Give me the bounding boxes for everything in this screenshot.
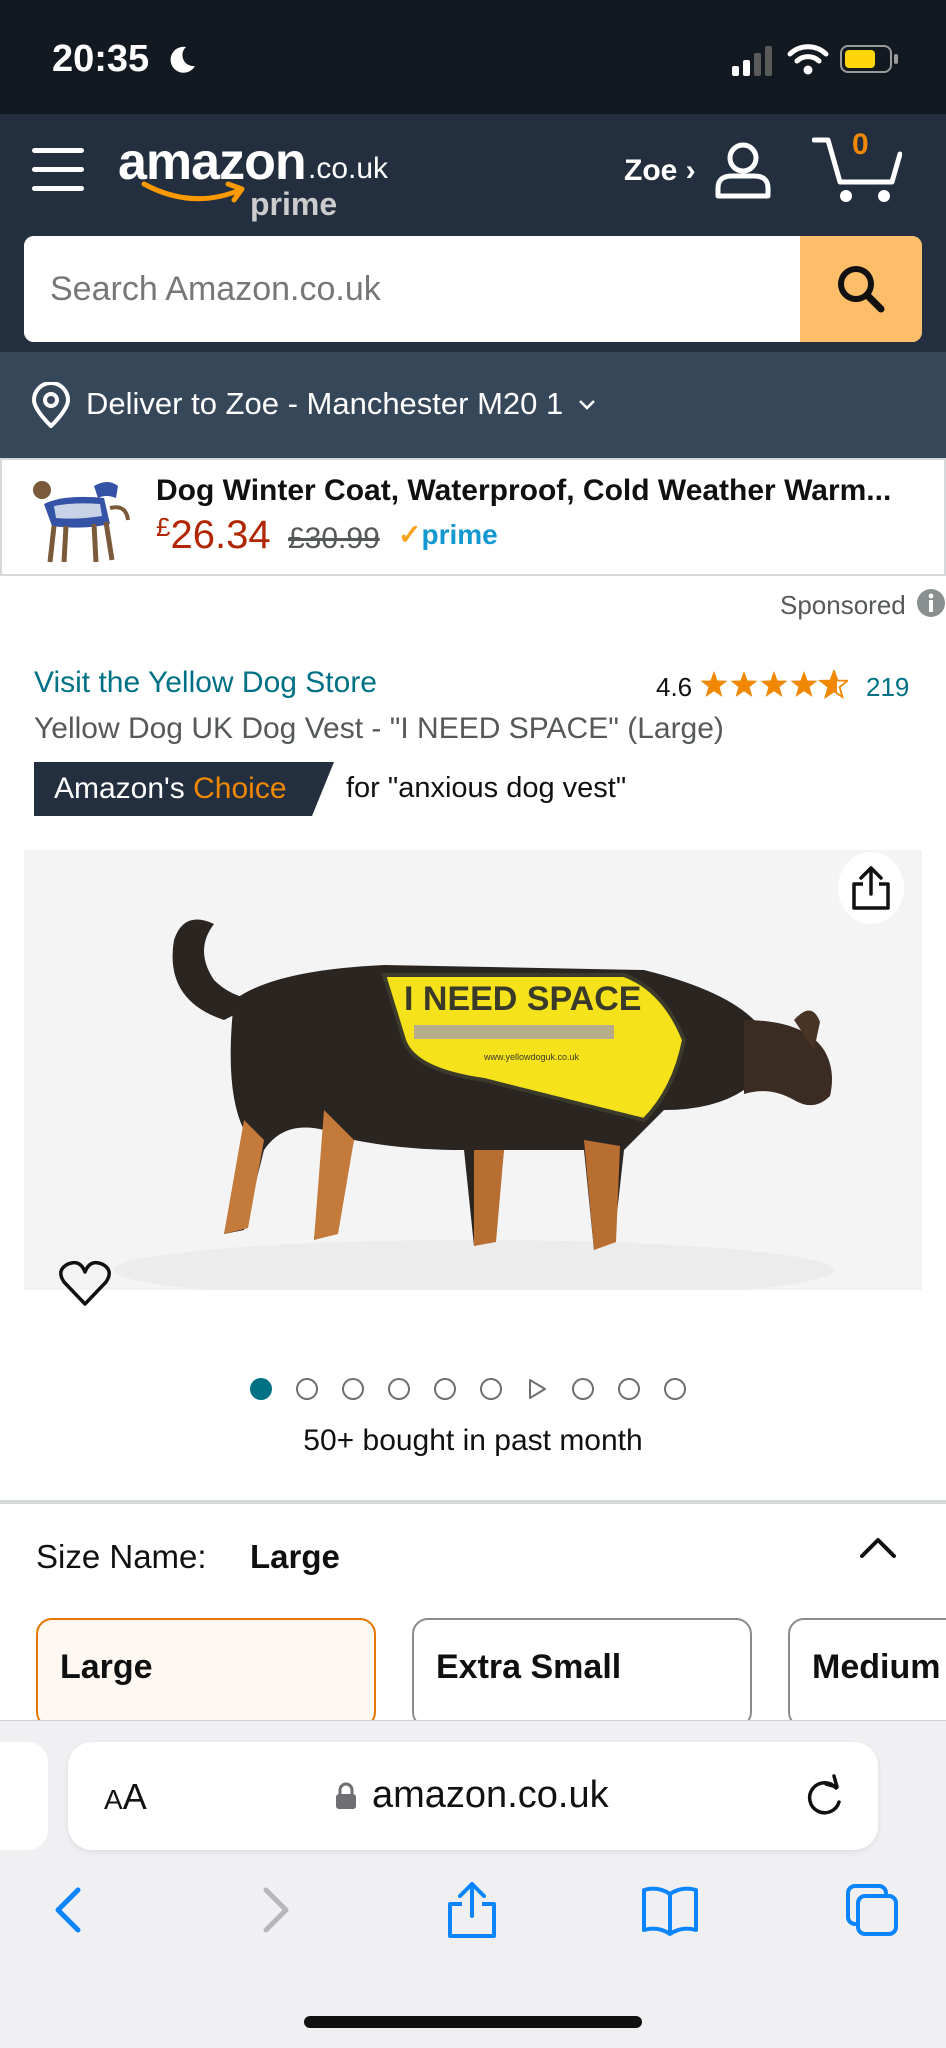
signal-icon (732, 46, 772, 76)
previous-tab-peek[interactable] (0, 1742, 48, 1850)
account-name[interactable]: Zoe › (624, 154, 696, 188)
battery-icon (840, 45, 898, 73)
text-size-button[interactable]: AA (104, 1776, 147, 1818)
size-option-extra-small[interactable]: Extra Small (412, 1618, 752, 1728)
bookmarks-icon[interactable] (640, 1880, 700, 1940)
text-size-big-a: A (122, 1776, 147, 1817)
vest-url: www.yellowdoguk.co.uk (483, 1052, 580, 1062)
video-play-icon[interactable] (526, 1378, 548, 1400)
carousel-dot-6[interactable] (480, 1378, 502, 1400)
carousel-dot-3[interactable] (342, 1378, 364, 1400)
prime-label: prime (421, 519, 498, 550)
share-button[interactable] (838, 852, 904, 924)
status-bar: 20:35 (0, 0, 946, 114)
text-size-small-a: A (104, 1784, 123, 1815)
carousel-dot-9[interactable] (618, 1378, 640, 1400)
carousel-dot-1[interactable] (250, 1378, 272, 1400)
search-input[interactable] (24, 236, 800, 342)
reload-icon[interactable] (802, 1774, 846, 1820)
menu-icon[interactable] (32, 148, 84, 192)
size-option-large[interactable]: Large (36, 1618, 376, 1728)
sponsored-label: Sponsored (780, 590, 906, 620)
moon-icon (170, 46, 195, 73)
ad-price-currency: £ (156, 512, 171, 542)
ad-price: £26.34 (156, 512, 271, 558)
carousel-dot-4[interactable] (388, 1378, 410, 1400)
home-indicator[interactable] (304, 2016, 642, 2028)
logo-prime: prime (250, 186, 338, 222)
size-label: Size Name: (36, 1538, 207, 1575)
section-divider (0, 1500, 946, 1504)
wifi-icon (787, 44, 829, 75)
choice-keyword: for "anxious dog vest" (346, 772, 627, 804)
product-image-carousel[interactable]: I NEED SPACE www.yellowdoguk.co.uk (24, 850, 922, 1290)
heart-icon[interactable] (58, 1260, 112, 1308)
status-time: 20:35 (52, 38, 150, 80)
logo-domain: .co.uk (308, 152, 389, 185)
carousel-dot-10[interactable] (664, 1378, 686, 1400)
chevron-down-icon (579, 400, 595, 410)
size-option-medium[interactable]: Medium (788, 1618, 946, 1728)
carousel-dot-2[interactable] (296, 1378, 318, 1400)
page: 20:35 amazon .co.uk prime Zoe › 0 Search… (0, 0, 946, 2048)
choice-label-part: Amazon's (54, 772, 194, 805)
product-image: I NEED SPACE www.yellowdoguk.co.uk (114, 919, 834, 1290)
forward-icon[interactable] (244, 1880, 304, 1940)
carousel-indicators (250, 1376, 686, 1402)
rating-count[interactable]: 219 (866, 672, 909, 703)
amazons-choice-badge: Amazon's Choice (54, 772, 287, 806)
search-button[interactable] (800, 236, 922, 342)
info-icon[interactable] (916, 588, 946, 618)
lock-icon (336, 1782, 356, 1809)
bought-in-past-month: 50+ bought in past month (303, 1424, 643, 1457)
ad-price-value: 26.34 (170, 513, 271, 557)
back-icon[interactable] (40, 1880, 100, 1940)
cart-count: 0 (852, 128, 869, 161)
choice-label-highlight: Choice (193, 772, 287, 805)
store-link[interactable]: Visit the Yellow Dog Store (34, 666, 377, 700)
search-icon (838, 266, 885, 313)
size-value: Large (250, 1538, 340, 1575)
rating-value: 4.6 (656, 672, 693, 702)
vest-text: I NEED SPACE (404, 980, 641, 1018)
share-icon[interactable] (442, 1880, 502, 1940)
url-text[interactable]: amazon.co.uk (372, 1774, 609, 1817)
deliver-to-text[interactable]: Deliver to Zoe - Manchester M20 1 (86, 386, 563, 422)
carousel-dot-8[interactable] (572, 1378, 594, 1400)
tabs-icon[interactable] (842, 1880, 902, 1940)
search-bar (24, 236, 922, 342)
carousel-dot-5[interactable] (434, 1378, 456, 1400)
account-icon[interactable] (712, 138, 774, 200)
chevron-up-icon[interactable] (856, 1530, 900, 1566)
ad-title[interactable]: Dog Winter Coat, Waterproof, Cold Weathe… (156, 474, 936, 508)
star-rating-icon[interactable] (700, 670, 848, 700)
ad-product-image[interactable] (24, 464, 132, 570)
share-icon (852, 866, 890, 910)
prime-badge: ✓prime (398, 518, 498, 551)
ad-old-price: £30.99 (288, 522, 380, 555)
product-title: Yellow Dog UK Dog Vest - "I NEED SPACE" … (34, 712, 724, 745)
smile-arrow-icon (141, 181, 245, 203)
location-pin-icon (31, 382, 71, 428)
prime-check-icon: ✓ (398, 519, 422, 550)
